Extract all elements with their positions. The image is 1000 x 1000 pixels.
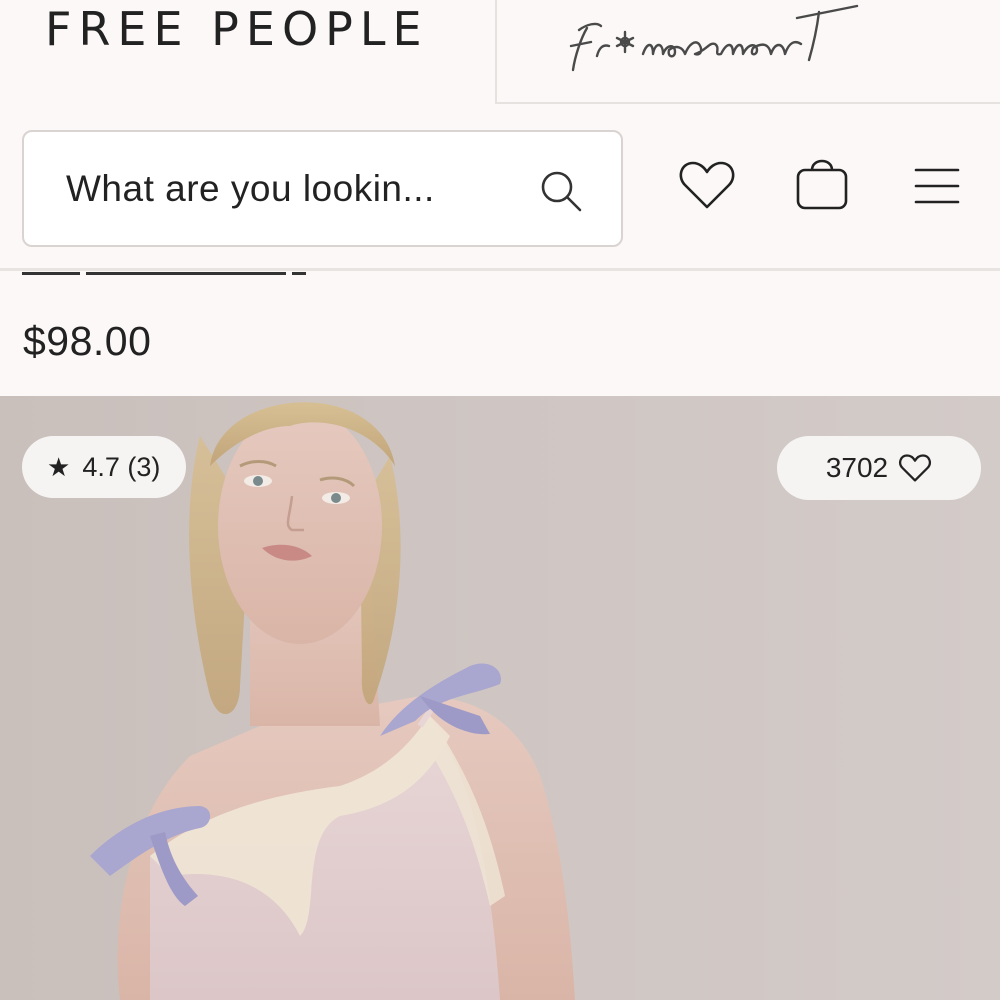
favorite-button[interactable]: 3702 — [777, 436, 981, 500]
search-input[interactable]: What are you lookin... — [66, 168, 435, 210]
free-people-tab[interactable]: FREE PEOPLE — [0, 0, 495, 105]
likes-count: 3702 — [825, 452, 889, 483]
rating-label: 4.7 (3) — [82, 451, 161, 482]
scrolled-link-underline — [22, 270, 312, 278]
hamburger-menu-icon[interactable] — [910, 158, 970, 218]
fp-movement-tab[interactable] — [495, 0, 1000, 104]
heart-icon[interactable] — [677, 155, 737, 215]
brand-header: FREE PEOPLE — [0, 0, 1000, 105]
rating-badge[interactable]: ★ 4.7 (3) — [22, 436, 187, 498]
heart-icon — [899, 454, 932, 482]
free-people-logo[interactable]: FREE PEOPLE — [45, 2, 429, 56]
search-bar[interactable]: What are you lookin... — [22, 130, 623, 247]
product-price: $98.00 — [23, 318, 152, 364]
fp-movement-logo[interactable] — [557, 0, 977, 98]
star-icon: ★ — [47, 451, 71, 482]
search-icon[interactable] — [539, 169, 583, 213]
shopping-bag-icon[interactable] — [792, 152, 852, 212]
